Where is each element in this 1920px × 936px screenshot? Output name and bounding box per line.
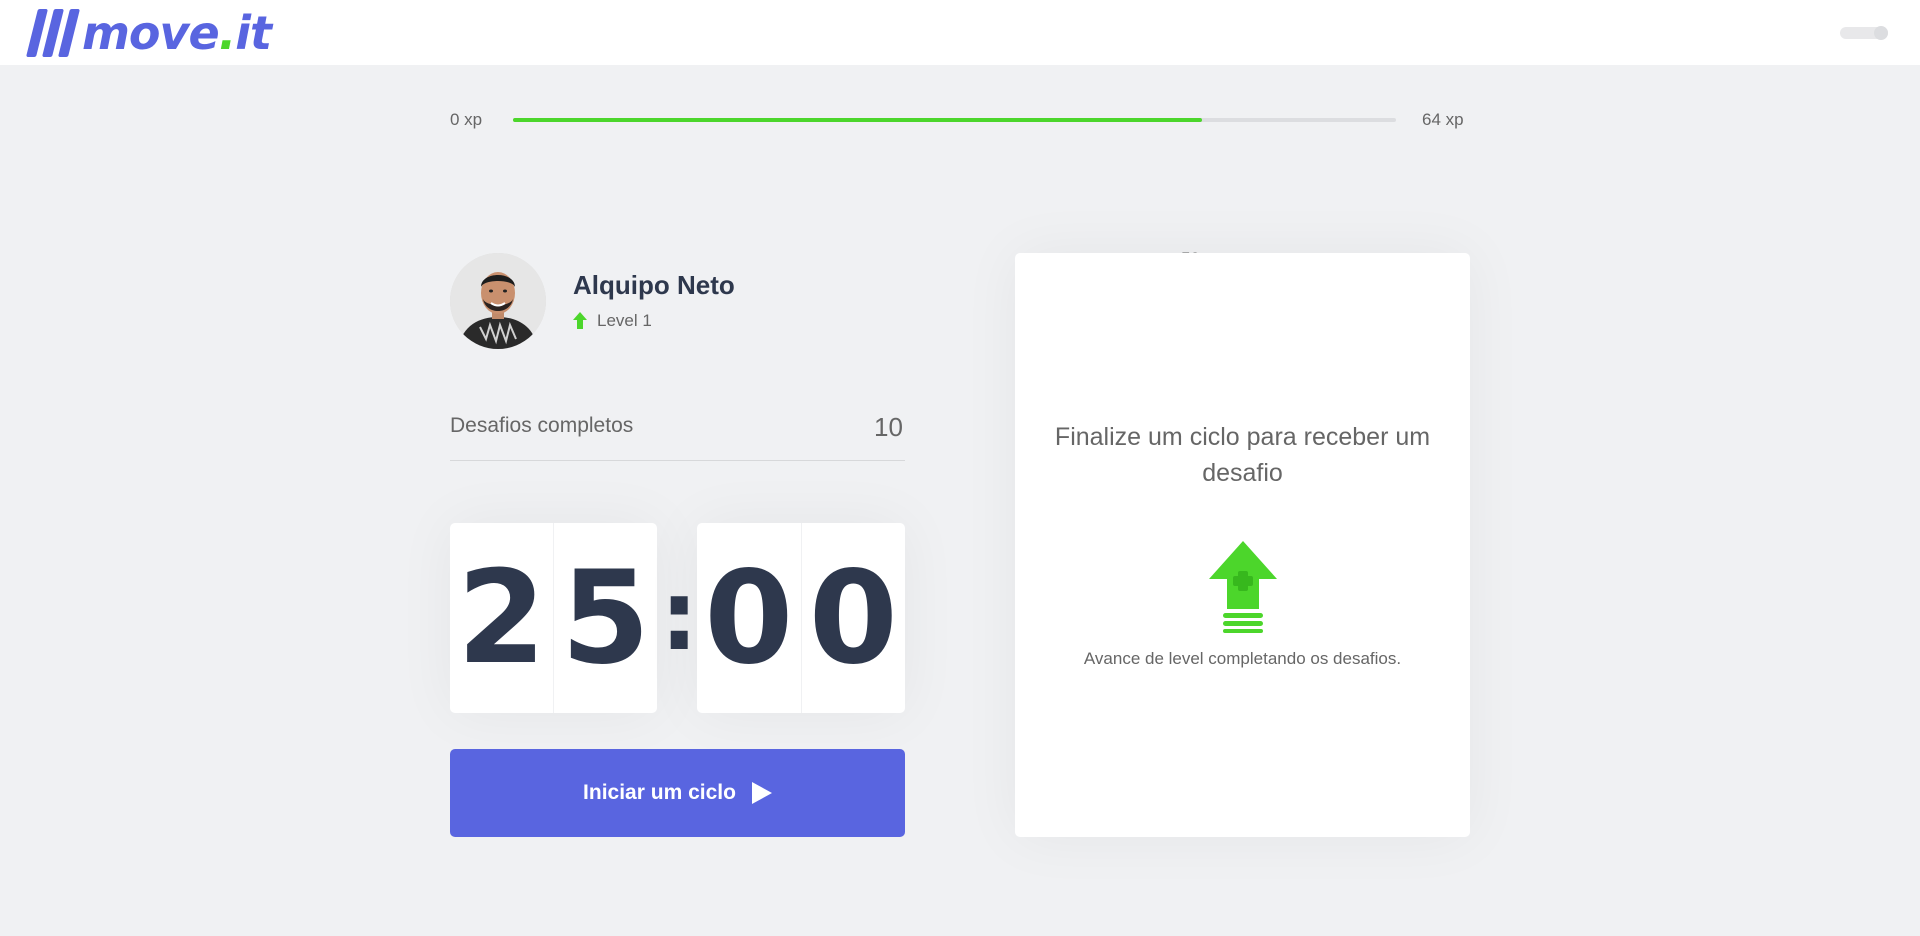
countdown-separator: : [660,560,699,672]
challenge-box-description: Avance de level completando os desafios. [1083,649,1402,668]
level-up-arrow-icon [573,312,587,329]
theme-toggle[interactable] [1840,26,1888,40]
app-logo: move.it [26,4,272,62]
countdown-digit: 2 [456,543,547,693]
completed-challenges-count: 10 [874,412,903,442]
profile-level: Level 1 [573,311,652,331]
challenge-box-title: Finalize um ciclo para receber um desafi… [1054,423,1431,487]
start-cycle-button[interactable]: Iniciar um ciclo [450,749,905,837]
divider [450,460,905,461]
level-up-icon [1209,541,1277,633]
avatar [450,253,546,349]
xp-min-label: 0 xp [450,110,483,129]
xp-progress-fill [513,118,1202,122]
logo-text: move.it [82,6,272,60]
countdown-digit: 0 [800,523,906,713]
xp-progress-track: 50 xp [513,118,1396,268]
countdown-digit: 0 [704,543,794,693]
countdown-minutes: 2 5 [450,523,657,713]
completed-challenges-label: Desafios completos [450,414,634,437]
profile-name: Alquipo Neto [573,270,735,300]
challenge-box: Finalize um ciclo para receber um desafi… [1015,253,1470,837]
top-bar: move.it [0,0,1920,65]
start-cycle-label: Iniciar um ciclo [583,781,736,804]
countdown-digit: 5 [553,523,657,713]
avatar-photo [450,253,546,349]
theme-toggle-knob[interactable] [1874,26,1888,40]
play-icon [751,782,772,804]
level-label: Level 1 [597,311,652,330]
countdown-seconds: 0 0 [697,523,905,713]
logo-bars-icon [26,9,80,57]
xp-max-label: 64 xp [1422,110,1464,129]
